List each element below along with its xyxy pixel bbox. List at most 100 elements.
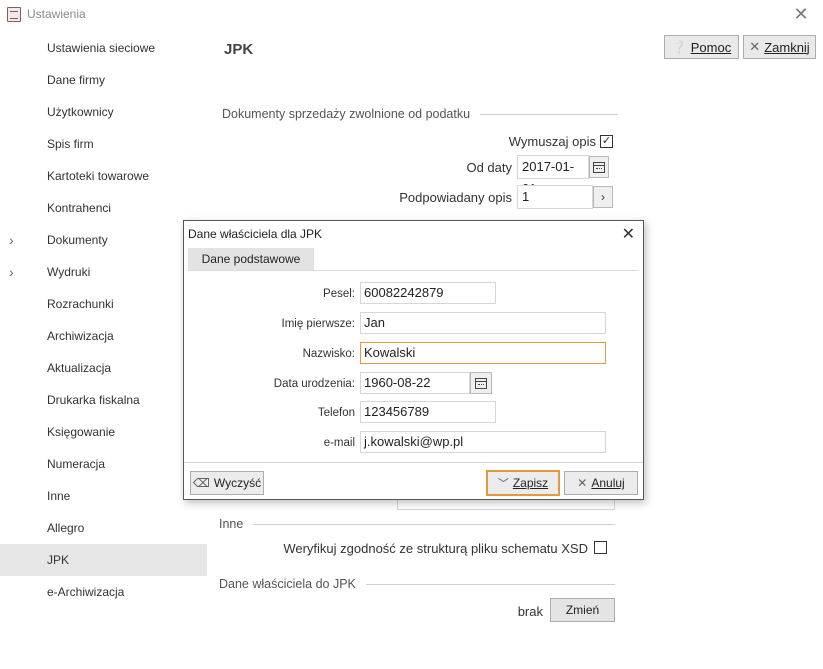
window-close-icon[interactable]: ✕	[791, 4, 811, 24]
sidebar-item-inne[interactable]: Inne	[0, 480, 207, 512]
sidebar-item-label: Kartoteki towarowe	[47, 169, 150, 183]
tab-divider	[188, 270, 639, 271]
save-button-label: Zapisz	[512, 476, 549, 490]
sidebar-item-label: Rozrachunki	[47, 297, 114, 311]
from-date-field[interactable]: 2017-01-01	[517, 155, 589, 196]
sidebar: Ustawienia sieciowe Dane firmy Użytkowni…	[0, 32, 207, 608]
section-sales-header: Dokumenty sprzedaży zwolnione od podatku	[222, 107, 618, 121]
birth-date-calendar-button[interactable]	[470, 372, 492, 394]
sidebar-item-wydruki[interactable]: › Wydruki	[0, 256, 207, 288]
chevron-right-icon[interactable]: ›	[9, 224, 14, 256]
section-owner-title: Dane właściciela do JPK	[219, 577, 356, 591]
sidebar-item-label: Ustawienia sieciowe	[47, 41, 156, 55]
help-icon: ❔	[671, 40, 687, 54]
app-icon	[7, 7, 21, 22]
dialog-footer-divider	[184, 462, 643, 463]
sidebar-item-drukarka-fiskalna[interactable]: Drukarka fiskalna	[0, 384, 207, 416]
first-name-label: Imię pierwsze:	[281, 318, 356, 330]
section-sales-title: Dokumenty sprzedaży zwolnione od podatku	[222, 107, 471, 121]
sidebar-item-rozrachunki[interactable]: Rozrachunki	[0, 288, 207, 320]
sidebar-item-kartoteki-towarowe[interactable]: Kartoteki towarowe	[0, 160, 207, 192]
phone-field[interactable]: 123456789	[360, 401, 496, 423]
sidebar-item-label: Dokumenty	[47, 233, 108, 247]
sidebar-item-dane-firmy[interactable]: Dane firmy	[0, 64, 207, 96]
section-divider	[480, 113, 618, 115]
last-name-field[interactable]: Kowalski	[360, 342, 606, 364]
suggested-desc-label: Podpowiadany opis	[399, 190, 512, 205]
clear-button[interactable]: ⌫ Wyczyść	[190, 471, 264, 495]
sidebar-item-label: Archiwizacja	[47, 329, 114, 343]
verify-xsd-checkbox[interactable]	[594, 541, 607, 554]
suggested-desc-next-button[interactable]: ›	[593, 186, 613, 208]
owner-dialog: Dane właściciela dla JPK ✕ Dane podstawo…	[183, 220, 644, 500]
cancel-button-label: Anuluj	[591, 476, 625, 490]
help-button-label: Pomoc	[690, 39, 732, 55]
birth-date-label: Data urodzenia:	[273, 378, 355, 390]
clear-button-label: Wyczyść	[213, 476, 262, 490]
sidebar-item-spis-firm[interactable]: Spis firm	[0, 128, 207, 160]
calendar-icon	[475, 378, 487, 389]
close-button-label: Zamknij	[764, 39, 810, 55]
email-label: e-mail	[323, 437, 355, 449]
sidebar-item-uzytkownicy[interactable]: Użytkownicy	[0, 96, 207, 128]
sidebar-item-label: Użytkownicy	[47, 105, 114, 119]
pesel-field[interactable]: 60082242879	[360, 282, 496, 304]
save-button[interactable]: ﹀ Zapisz	[486, 470, 560, 496]
section-owner-header: Dane właściciela do JPK	[219, 577, 615, 591]
tab-dane-podstawowe[interactable]: Dane podstawowe	[188, 248, 314, 270]
sidebar-item-label: Kontrahenci	[47, 201, 112, 215]
sidebar-item-dokumenty[interactable]: › Dokumenty	[0, 224, 207, 256]
dialog-close-icon[interactable]: ✕	[622, 224, 635, 244]
section-divider	[365, 583, 615, 585]
section-other-title: Inne	[219, 517, 244, 531]
window-title: Ustawienia	[27, 7, 86, 21]
chevron-down-icon: ﹀	[497, 478, 509, 490]
first-name-field[interactable]: Jan	[360, 312, 606, 334]
cancel-button[interactable]: ✕ Anuluj	[564, 471, 638, 495]
sidebar-item-label: Numeracja	[47, 457, 106, 471]
sidebar-item-label: Spis firm	[47, 137, 94, 151]
birth-date-field[interactable]: 1960-08-22	[360, 372, 470, 394]
email-field[interactable]: j.kowalski@wp.pl	[360, 431, 606, 453]
last-name-label: Nazwisko:	[302, 348, 355, 360]
checkmark-icon: ✓	[601, 135, 612, 147]
pesel-label: Pesel:	[323, 288, 355, 300]
sidebar-item-archiwizacja[interactable]: Archiwizacja	[0, 320, 207, 352]
sidebar-item-label: Aktualizacja	[47, 361, 112, 375]
page-title: JPK	[224, 41, 254, 58]
suggested-desc-field[interactable]: 1	[517, 185, 593, 209]
sidebar-item-kontrahenci[interactable]: Kontrahenci	[0, 192, 207, 224]
sidebar-item-allegro[interactable]: Allegro	[0, 512, 207, 544]
change-owner-button[interactable]: Zmień	[550, 598, 615, 622]
sidebar-item-label: e-Archiwizacja	[47, 585, 125, 599]
sidebar-item-label: Inne	[47, 489, 71, 503]
eraser-icon: ⌫	[192, 476, 210, 490]
chevron-right-icon[interactable]: ›	[9, 256, 14, 288]
sidebar-item-ustawienia-sieciowe[interactable]: Ustawienia sieciowe	[0, 32, 207, 64]
sidebar-item-label: Allegro	[47, 521, 85, 535]
sidebar-item-e-archiwizacja[interactable]: e-Archiwizacja	[0, 576, 207, 608]
close-icon: ✕	[577, 476, 588, 490]
dialog-title: Dane właściciela dla JPK	[188, 227, 323, 241]
force-desc-checkbox[interactable]: ✓	[600, 135, 613, 148]
sidebar-item-label: Drukarka fiskalna	[47, 393, 140, 407]
sidebar-item-label: Dane firmy	[47, 73, 106, 87]
sidebar-item-numeracja[interactable]: Numeracja	[0, 448, 207, 480]
section-divider	[253, 523, 615, 525]
sidebar-item-jpk[interactable]: JPK	[0, 544, 207, 576]
sidebar-item-aktualizacja[interactable]: Aktualizacja	[0, 352, 207, 384]
owner-status: brak	[517, 604, 543, 619]
close-button[interactable]: ✕ Zamknij	[743, 35, 816, 59]
from-date-calendar-button[interactable]	[589, 156, 609, 178]
window-title-bar: Ustawienia ✕	[0, 0, 823, 30]
from-date-label: Od daty	[466, 160, 512, 175]
close-icon: ✕	[749, 39, 761, 54]
phone-label: Telefon	[317, 407, 355, 419]
help-button[interactable]: ❔ Pomoc	[664, 35, 739, 59]
verify-xsd-label: Weryfikuj zgodność ze strukturą pliku sc…	[283, 541, 588, 556]
calendar-icon	[593, 162, 605, 173]
sidebar-item-label: Księgowanie	[47, 425, 116, 439]
sidebar-item-ksiegowanie[interactable]: Księgowanie	[0, 416, 207, 448]
force-desc-label: Wymuszaj opis	[508, 134, 596, 149]
section-other-header: Inne	[219, 517, 615, 531]
